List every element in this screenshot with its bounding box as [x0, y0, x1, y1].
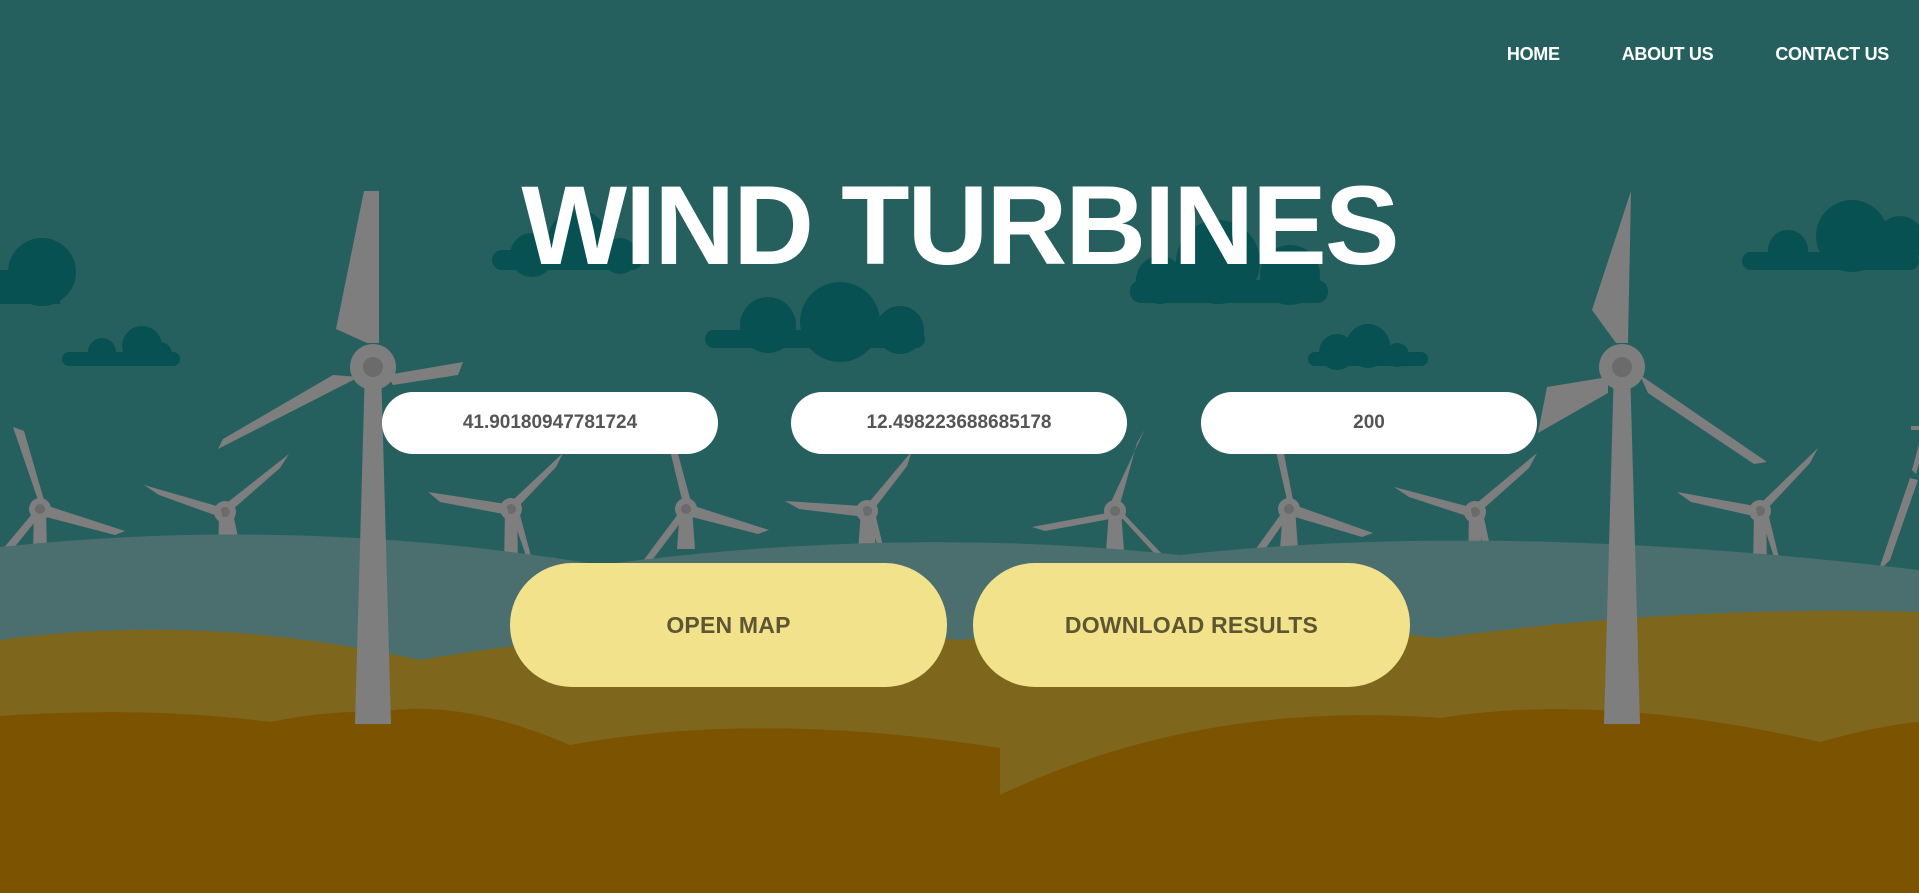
- main-nav: HOME ABOUT US CONTACT US: [1507, 44, 1889, 65]
- download-results-button[interactable]: DOWNLOAD RESULTS: [973, 563, 1410, 687]
- open-map-button[interactable]: OPEN MAP: [510, 563, 947, 687]
- nav-contact-link[interactable]: CONTACT US: [1775, 44, 1889, 65]
- latitude-input[interactable]: [382, 392, 718, 454]
- nav-home-link[interactable]: HOME: [1507, 44, 1560, 65]
- longitude-input[interactable]: [791, 392, 1127, 454]
- page-title: WIND TURBINES: [521, 163, 1399, 288]
- radius-input[interactable]: [1201, 392, 1537, 454]
- nav-about-link[interactable]: ABOUT US: [1622, 44, 1714, 65]
